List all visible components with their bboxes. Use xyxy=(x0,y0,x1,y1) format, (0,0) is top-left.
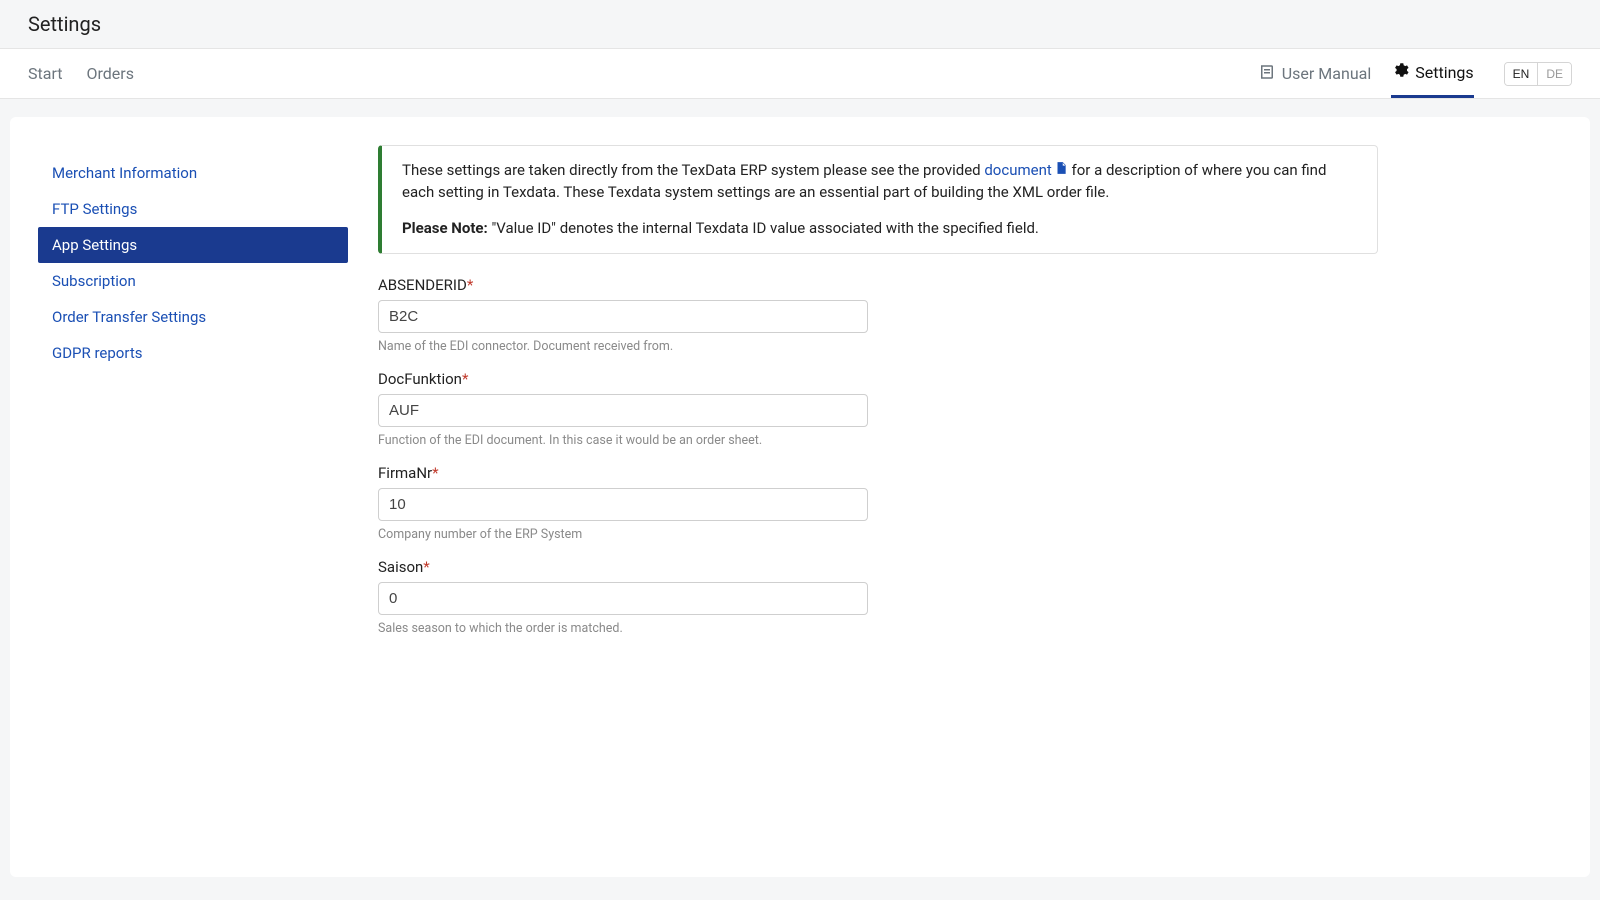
field-docfunktion: DocFunktion* Function of the EDI documen… xyxy=(378,370,1378,448)
sidebar-item-ftp-settings[interactable]: FTP Settings xyxy=(38,191,348,227)
sidebar-item-label: App Settings xyxy=(52,236,137,254)
notice-box: These settings are taken directly from t… xyxy=(378,145,1378,254)
required-mark: * xyxy=(462,370,468,388)
notice-text-a: These settings are taken directly from t… xyxy=(402,161,984,179)
docfunktion-input[interactable] xyxy=(378,394,868,427)
field-label: DocFunktion* xyxy=(378,370,1378,388)
sidebar: Merchant Information FTP Settings App Se… xyxy=(38,145,348,837)
pdf-icon xyxy=(1054,160,1068,182)
sidebar-item-gdpr-reports[interactable]: GDPR reports xyxy=(38,335,348,371)
saison-input[interactable] xyxy=(378,582,868,615)
notice-line-2: Please Note: "Value ID" denotes the inte… xyxy=(402,218,1357,240)
sidebar-item-label: Subscription xyxy=(52,272,136,290)
book-icon xyxy=(1258,63,1276,85)
sidebar-item-subscription[interactable]: Subscription xyxy=(38,263,348,299)
content-card: Merchant Information FTP Settings App Se… xyxy=(10,117,1590,877)
field-saison: Saison* Sales season to which the order … xyxy=(378,558,1378,636)
notice-document-link[interactable]: document xyxy=(984,161,1067,179)
nav-settings[interactable]: Settings xyxy=(1391,49,1473,98)
required-mark: * xyxy=(423,558,429,576)
lang-de-button[interactable]: DE xyxy=(1538,63,1571,85)
nav-right: User Manual Settings EN DE xyxy=(1258,49,1572,98)
nav-user-manual-label: User Manual xyxy=(1282,64,1371,83)
field-help: Function of the EDI document. In this ca… xyxy=(378,433,1378,448)
header-bar: Settings xyxy=(0,0,1600,49)
page-title: Settings xyxy=(28,12,1572,36)
absenderid-input[interactable] xyxy=(378,300,868,333)
lang-en-button[interactable]: EN xyxy=(1505,63,1539,85)
sidebar-item-merchant-information[interactable]: Merchant Information xyxy=(38,155,348,191)
required-mark: * xyxy=(467,276,473,294)
content-wrap: Merchant Information FTP Settings App Se… xyxy=(0,99,1600,887)
sidebar-item-label: Order Transfer Settings xyxy=(52,308,206,326)
nav-left: Start Orders xyxy=(28,64,134,83)
nav-user-manual[interactable]: User Manual xyxy=(1258,51,1371,97)
sidebar-item-label: GDPR reports xyxy=(52,344,142,362)
field-absenderid: ABSENDERID* Name of the EDI connector. D… xyxy=(378,276,1378,354)
sidebar-item-order-transfer-settings[interactable]: Order Transfer Settings xyxy=(38,299,348,335)
lang-switch: EN DE xyxy=(1504,62,1572,86)
firmanr-input[interactable] xyxy=(378,488,868,521)
sidebar-item-app-settings[interactable]: App Settings xyxy=(38,227,348,263)
field-help: Sales season to which the order is match… xyxy=(378,621,1378,636)
gear-icon xyxy=(1391,61,1409,83)
notice-line-1: These settings are taken directly from t… xyxy=(402,160,1357,204)
field-label: FirmaNr* xyxy=(378,464,1378,482)
nav-settings-label: Settings xyxy=(1415,63,1473,82)
required-mark: * xyxy=(432,464,438,482)
sidebar-item-label: Merchant Information xyxy=(52,164,197,182)
sidebar-item-label: FTP Settings xyxy=(52,200,137,218)
notice-note-text: "Value ID" denotes the internal Texdata … xyxy=(488,219,1039,237)
field-help: Company number of the ERP System xyxy=(378,527,1378,542)
notice-note-label: Please Note: xyxy=(402,219,488,237)
field-firmanr: FirmaNr* Company number of the ERP Syste… xyxy=(378,464,1378,542)
nav-start[interactable]: Start xyxy=(28,64,62,83)
field-help: Name of the EDI connector. Document rece… xyxy=(378,339,1378,354)
main-column: These settings are taken directly from t… xyxy=(378,145,1378,837)
nav-bar: Start Orders User Manual Settings EN DE xyxy=(0,49,1600,99)
field-label: Saison* xyxy=(378,558,1378,576)
field-label: ABSENDERID* xyxy=(378,276,1378,294)
nav-orders[interactable]: Orders xyxy=(86,64,133,83)
